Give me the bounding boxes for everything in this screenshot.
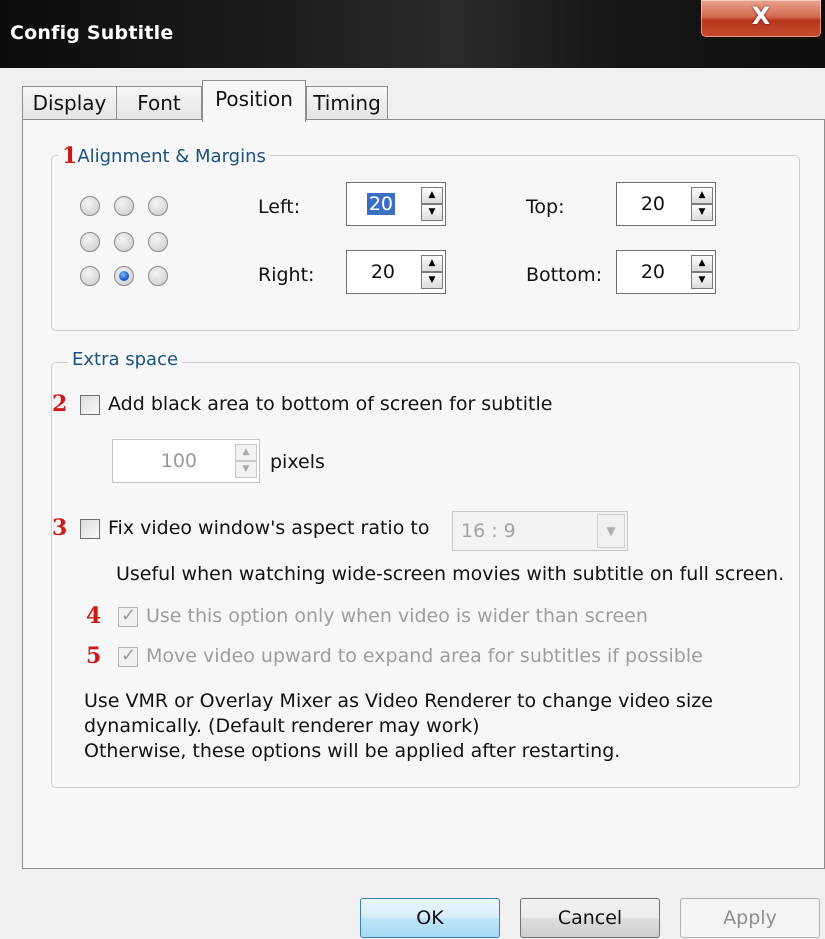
spin-up-icon[interactable]: ▲ [235, 444, 257, 461]
spin-down-icon[interactable]: ▼ [421, 272, 443, 289]
aspect-ratio-hint: Useful when watching wide-screen movies … [116, 563, 785, 585]
move-up-checkbox[interactable] [118, 645, 138, 667]
spin-up-icon[interactable]: ▲ [691, 255, 713, 272]
marker-3: 3 [52, 515, 68, 541]
move-up-label: Move video upward to expand area for sub… [146, 645, 703, 667]
align-top-right-radio[interactable] [148, 196, 168, 216]
ok-button[interactable]: OK [360, 898, 500, 938]
close-icon: X [751, 2, 771, 30]
right-margin-value[interactable]: 20 [347, 251, 395, 293]
tab-timing[interactable]: Timing [306, 86, 388, 120]
tab-font[interactable]: Font [116, 86, 202, 120]
align-middle-right-radio[interactable] [148, 232, 168, 252]
bottom-margin-value[interactable]: 20 [617, 251, 665, 293]
align-middle-center-radio[interactable] [114, 232, 134, 252]
top-margin-value[interactable]: 20 [617, 183, 665, 225]
close-button[interactable]: X [700, 0, 822, 38]
top-margin-spinner[interactable]: 20 ▲ ▼ [616, 182, 716, 226]
align-middle-left-radio[interactable] [80, 232, 100, 252]
spin-up-icon[interactable]: ▲ [421, 255, 443, 272]
spin-up-icon[interactable]: ▲ [691, 187, 713, 204]
right-margin-spinner[interactable]: 20 ▲ ▼ [346, 250, 446, 294]
aspect-ratio-value: 16 : 9 [461, 520, 516, 542]
align-bottom-right-radio[interactable] [148, 266, 168, 286]
apply-button[interactable]: Apply [680, 898, 820, 938]
only-wider-label: Use this option only when video is wider… [146, 605, 648, 627]
pixels-value[interactable]: 100 [113, 440, 197, 482]
left-margin-value[interactable]: 20 [347, 183, 395, 225]
marker-1: 1 [62, 143, 78, 169]
align-top-center-radio[interactable] [114, 196, 134, 216]
tab-position[interactable]: Position [202, 80, 306, 122]
title-bar: Config Subtitle X [0, 0, 825, 68]
align-bottom-center-radio[interactable] [114, 266, 134, 286]
spin-down-icon[interactable]: ▼ [421, 204, 443, 221]
bottom-margin-label: Bottom: [526, 264, 603, 286]
right-margin-label: Right: [258, 264, 315, 286]
left-margin-spinner[interactable]: 20 ▲ ▼ [346, 182, 446, 226]
left-margin-label: Left: [258, 196, 301, 218]
chevron-down-icon[interactable]: ▼ [597, 514, 625, 548]
spin-up-icon[interactable]: ▲ [421, 187, 443, 204]
right-margin-arrows[interactable]: ▲ ▼ [421, 255, 443, 289]
renderer-note: Use VMR or Overlay Mixer as Video Render… [84, 689, 713, 764]
alignment-title-text: Alignment & Margins [77, 146, 266, 167]
spin-down-icon[interactable]: ▼ [235, 461, 257, 478]
bottom-margin-spinner[interactable]: 20 ▲ ▼ [616, 250, 716, 294]
tab-display[interactable]: Display [22, 86, 117, 120]
bottom-margin-arrows[interactable]: ▲ ▼ [691, 255, 713, 289]
window-title: Config Subtitle [10, 22, 174, 44]
marker-2: 2 [52, 391, 68, 417]
renderer-note-line-1: Use VMR or Overlay Mixer as Video Render… [84, 690, 713, 712]
position-tab-panel: 1Alignment & Margins Left: 20 ▲ ▼ Top: 2… [22, 119, 825, 869]
marker-4: 4 [86, 603, 102, 629]
black-area-pixels-spinner[interactable]: 100 ▲ ▼ [112, 439, 260, 483]
top-margin-arrows[interactable]: ▲ ▼ [691, 187, 713, 221]
spin-down-icon[interactable]: ▼ [691, 272, 713, 289]
spin-down-icon[interactable]: ▼ [691, 204, 713, 221]
align-top-left-radio[interactable] [80, 196, 100, 216]
left-margin-arrows[interactable]: ▲ ▼ [421, 187, 443, 221]
extra-space-group: Extra space 2 Add black area to bottom o… [51, 349, 800, 788]
extra-space-title: Extra space [68, 349, 183, 370]
pixels-arrows[interactable]: ▲ ▼ [235, 444, 257, 478]
cancel-button[interactable]: Cancel [520, 898, 660, 938]
renderer-note-line-2: dynamically. (Default renderer may work) [84, 715, 480, 737]
renderer-note-line-3: Otherwise, these options will be applied… [84, 740, 621, 762]
aspect-ratio-label: Fix video window's aspect ratio to [108, 517, 430, 539]
alignment-margins-group: 1Alignment & Margins Left: 20 ▲ ▼ Top: 2… [51, 142, 800, 331]
aspect-ratio-select[interactable]: 16 : 9 ▼ [452, 511, 628, 551]
alignment-group-title: 1Alignment & Margins [58, 142, 270, 169]
marker-5: 5 [86, 643, 102, 669]
only-wider-checkbox[interactable] [118, 605, 138, 627]
black-area-label: Add black area to bottom of screen for s… [108, 393, 553, 415]
black-area-checkbox[interactable] [80, 395, 100, 415]
aspect-ratio-checkbox[interactable] [80, 519, 100, 539]
pixels-label: pixels [270, 451, 325, 473]
top-margin-label: Top: [526, 196, 565, 218]
align-bottom-left-radio[interactable] [80, 266, 100, 286]
dialog-body: Display Font Position Timing 1Alignment … [0, 68, 825, 939]
